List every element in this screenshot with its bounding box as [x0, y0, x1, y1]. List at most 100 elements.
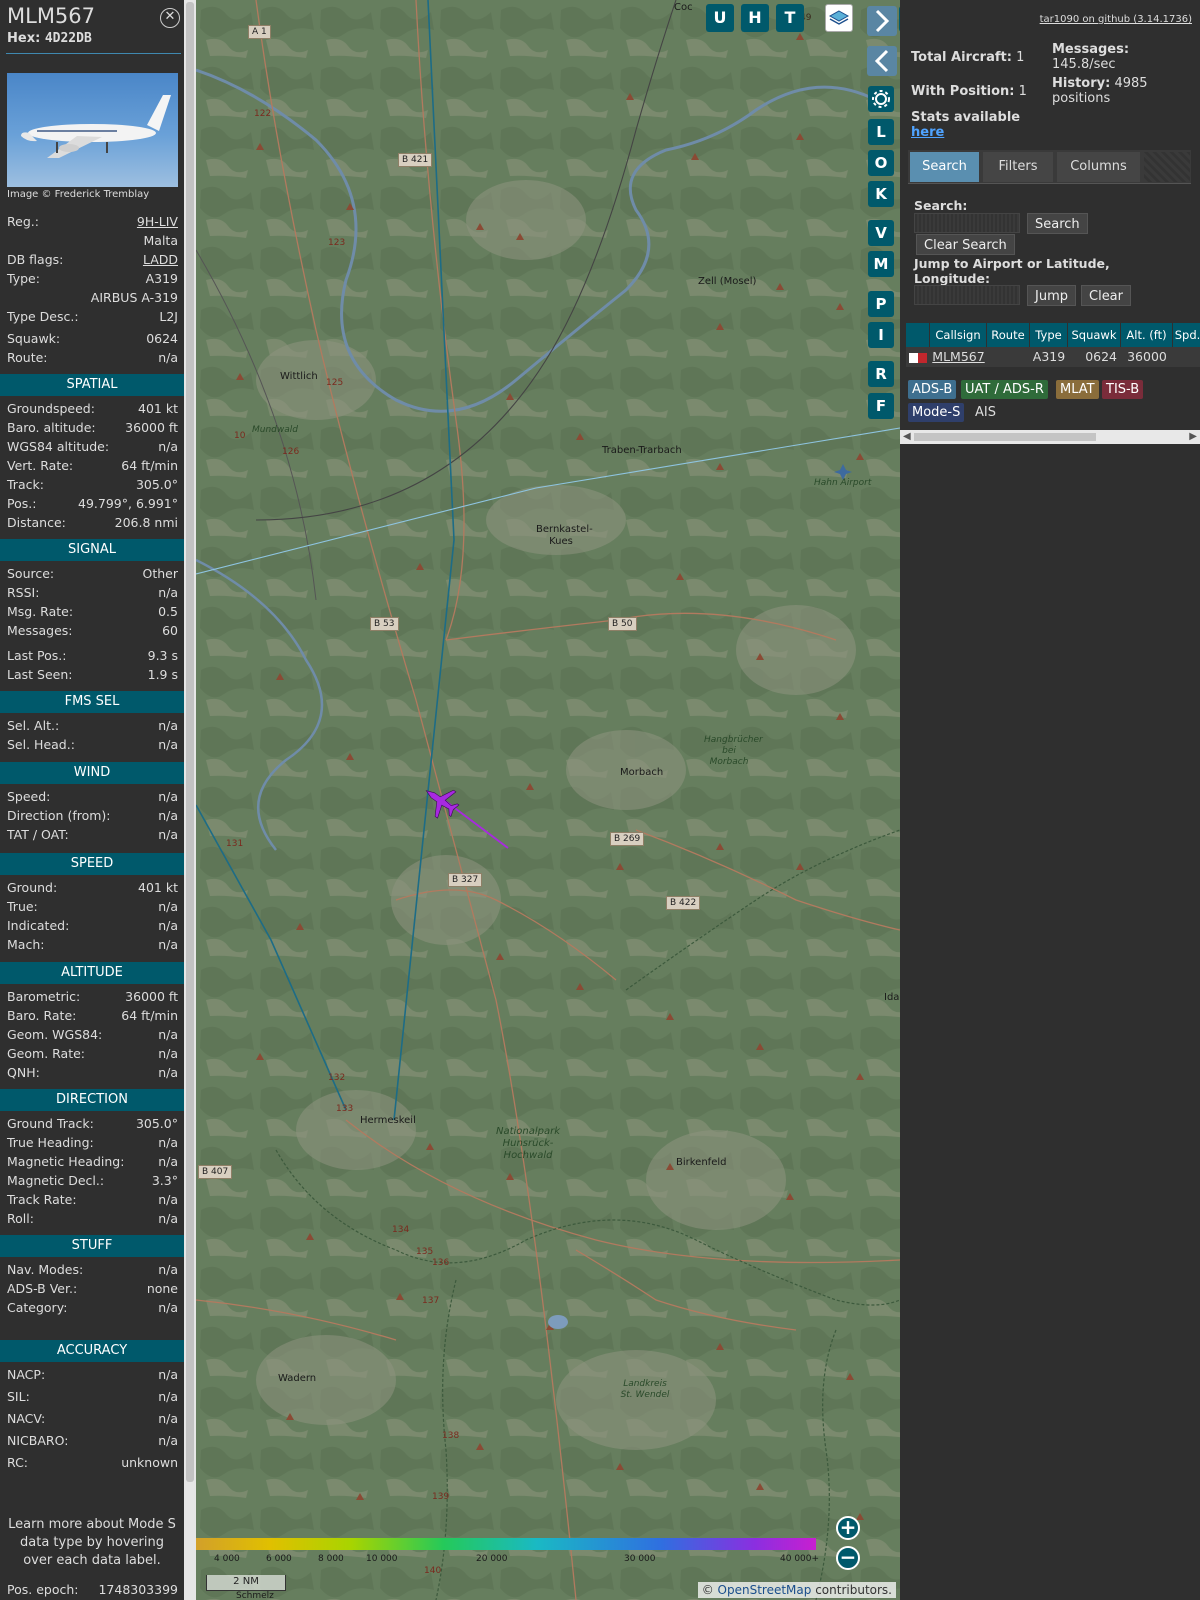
info-scrollbar[interactable] — [184, 0, 196, 1600]
info-label[interactable]: Track: — [7, 476, 44, 494]
info-label[interactable]: ADS-B Ver.: — [7, 1280, 77, 1298]
scroll-right-icon[interactable]: ▶ — [1189, 430, 1197, 444]
trace-button[interactable]: T — [776, 4, 804, 32]
info-label[interactable]: Source: — [7, 565, 54, 583]
info-value: n/a — [158, 1300, 178, 1315]
table-cell-squawk: 0624 — [1068, 347, 1121, 367]
scrollbar-thumb[interactable] — [186, 2, 194, 1482]
section-header: ACCURACY — [0, 1340, 184, 1362]
info-label[interactable]: Category: — [7, 1299, 67, 1317]
info-label[interactable]: Last Seen: — [7, 666, 72, 684]
info-label[interactable]: True Heading: — [7, 1134, 94, 1152]
search-input[interactable] — [914, 213, 1020, 233]
info-value: 0.5 — [158, 604, 178, 619]
info-label[interactable]: NACP: — [7, 1366, 45, 1384]
info-label[interactable]: Vert. Rate: — [7, 457, 73, 475]
altitude-tick: 40 000+ — [780, 1554, 820, 1564]
column-header[interactable]: Type — [1030, 323, 1068, 347]
zoom-in-button[interactable]: + — [836, 1516, 860, 1540]
info-label: DB flags: — [7, 252, 64, 267]
map-view[interactable]: Wittlich Zell (Mosel) Traben-Trarbach Be… — [196, 0, 900, 1600]
table-cell-callsign[interactable]: MLM567 — [930, 347, 987, 367]
attribution-suffix: contributors. — [811, 1583, 892, 1597]
info-label[interactable]: Distance: — [7, 514, 66, 532]
labels-button[interactable]: L — [868, 119, 894, 145]
info-label[interactable]: Direction (from): — [7, 807, 111, 825]
info-label[interactable]: Magnetic Heading: — [7, 1153, 124, 1171]
stat-value: 145.8/sec — [1052, 57, 1116, 72]
chevron-left-icon[interactable] — [867, 46, 897, 76]
stats-available: Stats available here — [911, 110, 1020, 140]
column-header[interactable]: Spd. — [1173, 323, 1200, 347]
info-label[interactable]: Pos.: — [7, 495, 36, 513]
jump-button[interactable]: Jump — [1027, 285, 1076, 306]
tab-search[interactable]: Search — [910, 152, 979, 182]
info-label[interactable]: Baro. altitude: — [7, 419, 96, 437]
scrollbar-thumb[interactable] — [914, 433, 1096, 441]
info-label[interactable]: Roll: — [7, 1210, 34, 1228]
gear-icon[interactable] — [868, 86, 894, 112]
info-label[interactable]: Geom. Rate: — [7, 1045, 85, 1063]
stats-link[interactable]: here — [911, 125, 944, 140]
multiselect-button[interactable]: M — [868, 251, 894, 277]
info-label[interactable]: QNH: — [7, 1064, 40, 1082]
aircraft-photo[interactable] — [7, 73, 178, 187]
info-value[interactable]: LADD — [143, 251, 178, 269]
table-horizontal-scrollbar[interactable]: ◀ ▶ — [900, 430, 1200, 444]
info-label[interactable]: Indicated: — [7, 917, 69, 935]
info-label[interactable]: Last Pos.: — [7, 647, 66, 665]
info-label[interactable]: Ground: — [7, 879, 57, 897]
filter-button[interactable]: V — [868, 220, 894, 246]
info-label[interactable]: Geom. WGS84: — [7, 1026, 102, 1044]
info-label[interactable]: SIL: — [7, 1388, 30, 1406]
info-value[interactable]: 9H-LIV — [137, 213, 178, 231]
info-label[interactable]: Mach: — [7, 936, 44, 954]
info-label[interactable]: Barometric: — [7, 988, 80, 1006]
info-button[interactable]: I — [868, 322, 894, 348]
column-header[interactable]: Route — [987, 323, 1030, 347]
info-label[interactable]: Messages: — [7, 622, 73, 640]
info-label[interactable]: NACV: — [7, 1410, 45, 1428]
persistence-button[interactable]: P — [868, 291, 894, 317]
info-label[interactable]: Sel. Head.: — [7, 736, 75, 754]
info-label[interactable]: Baro. Rate: — [7, 1007, 76, 1025]
info-label[interactable]: Groundspeed: — [7, 400, 95, 418]
column-header[interactable] — [906, 323, 930, 347]
info-label[interactable]: Sel. Alt.: — [7, 717, 59, 735]
units-button[interactable]: U — [706, 4, 734, 32]
info-label[interactable]: RSSI: — [7, 584, 39, 602]
github-link[interactable]: tar1090 on github (3.14.1736) — [1040, 14, 1192, 25]
section-header: FMS SEL — [0, 691, 184, 713]
info-label[interactable]: Msg. Rate: — [7, 603, 73, 621]
info-label[interactable]: Magnetic Decl.: — [7, 1172, 104, 1190]
info-label[interactable]: Track Rate: — [7, 1191, 77, 1209]
hide-button[interactable]: H — [741, 4, 769, 32]
info-label[interactable]: Nav. Modes: — [7, 1261, 83, 1279]
info-label[interactable]: NICBARO: — [7, 1432, 68, 1450]
layers-icon[interactable] — [825, 4, 853, 32]
column-header[interactable]: Squawk — [1068, 323, 1121, 347]
track-labels-button[interactable]: K — [868, 181, 894, 207]
osm-link[interactable]: OpenStreetMap — [718, 1583, 812, 1597]
close-icon[interactable]: ✕ — [160, 8, 180, 28]
replay-button[interactable]: R — [868, 361, 894, 387]
info-label[interactable]: RC: — [7, 1454, 28, 1472]
info-label[interactable]: True: — [7, 898, 38, 916]
tab-filters[interactable]: Filters — [983, 152, 1053, 182]
search-button[interactable]: Search — [1027, 213, 1088, 234]
tab-columns[interactable]: Columns — [1057, 152, 1140, 182]
clear-search-button[interactable]: Clear Search — [916, 234, 1015, 255]
zoom-out-button[interactable]: − — [836, 1546, 860, 1570]
chevron-right-icon[interactable] — [867, 6, 897, 36]
column-header[interactable]: Callsign — [930, 323, 987, 347]
column-header[interactable]: Alt. (ft) — [1121, 323, 1173, 347]
clear-button[interactable]: Clear — [1081, 285, 1131, 306]
scroll-left-icon[interactable]: ◀ — [903, 430, 911, 444]
extended-labels-button[interactable]: O — [868, 150, 894, 176]
follow-button[interactable]: F — [868, 393, 894, 419]
info-label[interactable]: TAT / OAT: — [7, 826, 69, 844]
info-label[interactable]: WGS84 altitude: — [7, 438, 109, 456]
info-label[interactable]: Ground Track: — [7, 1115, 94, 1133]
info-label[interactable]: Speed: — [7, 788, 50, 806]
jump-input[interactable] — [914, 285, 1020, 305]
